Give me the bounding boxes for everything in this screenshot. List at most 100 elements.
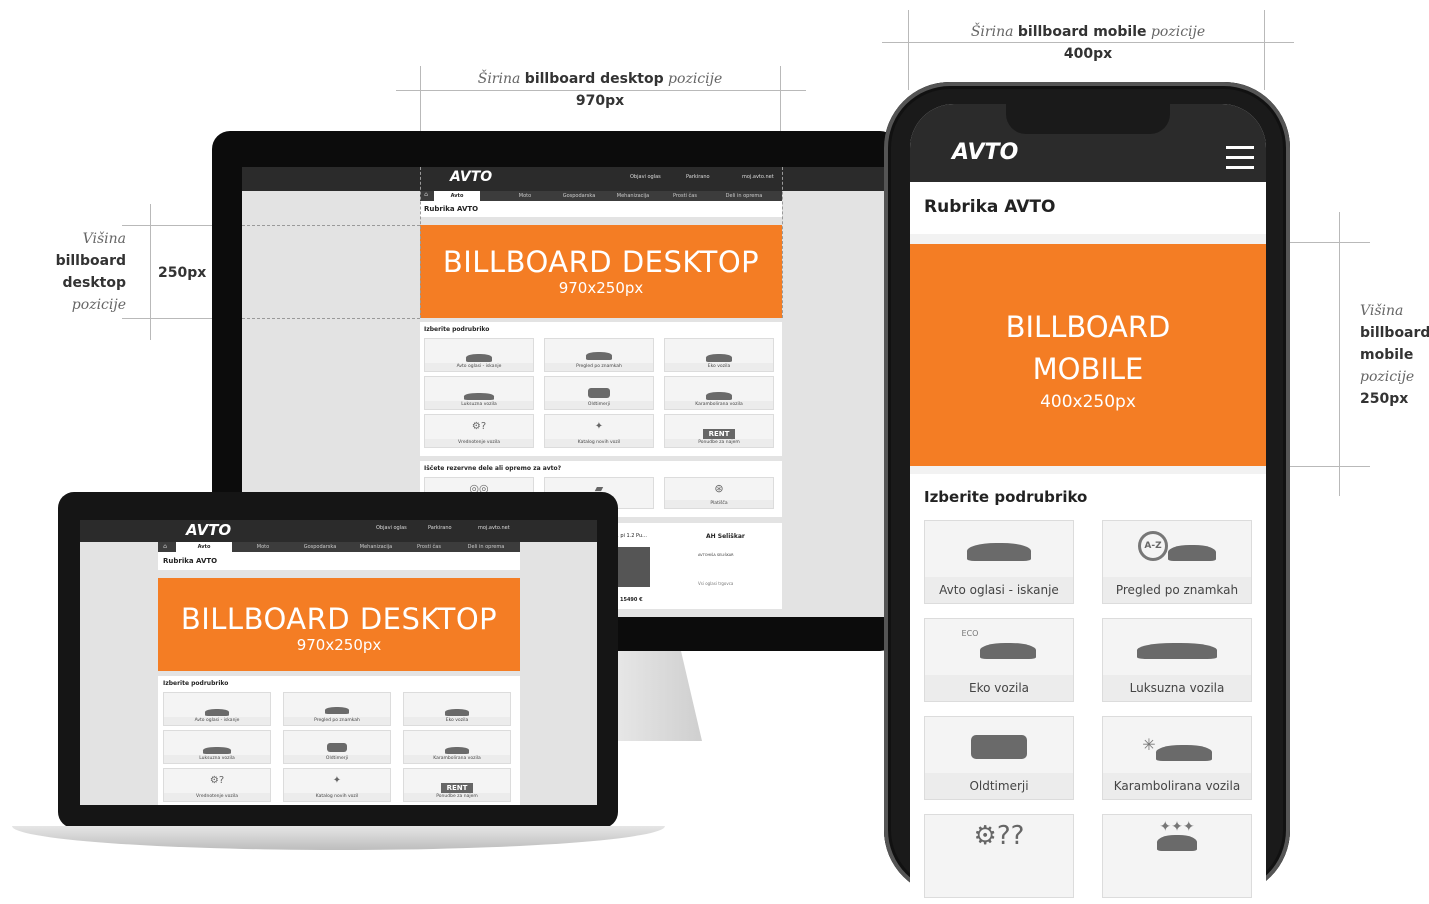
crashed-car-icon: ✳	[1103, 735, 1251, 765]
mb-link-parkirano[interactable]: Parkirano	[428, 525, 452, 531]
imac-tile-katalog[interactable]: ✦ Katalog novih vozil	[544, 414, 654, 448]
imac-parts-tile-3[interactable]: ⊛ Platišča	[664, 477, 774, 509]
imac-ad-title[interactable]: ... pi 1.2 Pu...	[614, 533, 647, 539]
ph-subcat-panel: Izberite podrubriko Avto oglasi - iskanj…	[910, 474, 1266, 904]
ph-subcat-title: Izberite podrubriko	[924, 488, 1088, 506]
new-car-icon: ✦	[594, 421, 604, 432]
ph-tile-oglasi[interactable]: Avto oglasi - iskanje	[924, 520, 1074, 604]
valuation-icon: ⚙?	[209, 775, 225, 786]
mb-tile-oglasi[interactable]: Avto oglasi - iskanje	[163, 692, 271, 726]
hamburger-menu-icon[interactable]	[1226, 146, 1254, 170]
tile-label: Avto oglasi - iskanje	[164, 717, 270, 725]
ph-tile-katalog[interactable]: ✦✦✦	[1102, 814, 1252, 898]
imac-tile-oglasi[interactable]: Avto oglasi - iskanje	[424, 338, 534, 372]
mb-link-moj[interactable]: moj.avto.net	[478, 525, 510, 531]
ph-billboard[interactable]: BILLBOARD MOBILE 400x250px	[910, 244, 1266, 466]
mb-tile-luksuzna[interactable]: Luksuzna vozila	[163, 730, 271, 764]
mb-tile-vrednotenje[interactable]: ⚙? Vrednotenje vozila	[163, 768, 271, 802]
imac-ad-photo[interactable]	[614, 547, 650, 587]
ph-tile-vrednotenje[interactable]: ⚙??	[924, 814, 1074, 898]
imac-tile-najem[interactable]: RENT Ponudbe za najem	[664, 414, 774, 448]
imac-tile-znamke[interactable]: Pregled po znamkah	[544, 338, 654, 372]
tile-label: Katalog novih vozil	[545, 439, 653, 447]
ph-tile-karambol[interactable]: ✳ Karambolirana vozila	[1102, 716, 1252, 800]
imac-tab-gosp[interactable]: Gospodarska	[554, 191, 604, 201]
imac-home-icon[interactable]: ⌂	[420, 191, 432, 201]
mb-tile-znamke[interactable]: Pregled po znamkah	[283, 692, 391, 726]
imac-dealer-name[interactable]: AH Seliškar	[706, 533, 745, 540]
imac-dealer-link[interactable]: Vsi oglasi trgovca	[698, 581, 733, 586]
imac-parts-title: Iščete rezervne dele ali opremo za avto?	[424, 465, 562, 472]
tile-label: Ponudbe za najem	[404, 793, 510, 801]
tile-label: Karambolirana vozila	[404, 755, 510, 763]
ph-section-title: Rubrika AVTO	[924, 197, 1056, 217]
imac-tile-oldtimer[interactable]: Oldtimerji	[544, 376, 654, 410]
mobile-width-left-tick	[908, 10, 909, 90]
tile-label: Luksuzna vozila	[425, 401, 533, 409]
mb-tab-moto[interactable]: Moto	[238, 542, 288, 552]
imac-tab-moto[interactable]: Moto	[502, 191, 548, 201]
mb-tile-katalog[interactable]: ✦ Katalog novih vozil	[283, 768, 391, 802]
mb-tile-najem[interactable]: RENT Ponudbe za najem	[403, 768, 511, 802]
ph-billboard-line2: MOBILE	[1032, 352, 1144, 386]
mb-tab-gosp[interactable]: Gospodarska	[292, 542, 348, 552]
imac-tab-deli[interactable]: Deli in oprema	[714, 191, 774, 201]
imac-subcat-title: Izberite podrubriko	[424, 326, 490, 333]
imac-tile-vrednotenje[interactable]: ⚙? Vrednotenje vozila	[424, 414, 534, 448]
desktop-width-label: Širina billboard desktop pozicije 970px	[477, 71, 723, 109]
mb-subcat-title: Izberite podrubriko	[163, 680, 229, 687]
brand-car-icon	[545, 345, 653, 364]
imac-link-objavi[interactable]: Objavi oglas	[630, 174, 661, 180]
ph-logo[interactable]: AVTO	[952, 140, 1018, 165]
imac-link-parkirano[interactable]: Parkirano	[686, 174, 710, 180]
tile-label: Pregled po znamkah	[1103, 577, 1251, 603]
imac-link-moj[interactable]: moj.avto.net	[742, 174, 774, 180]
tile-label: Eko vozila	[665, 363, 773, 371]
car-icon	[925, 543, 1073, 565]
mb-tab-prosti[interactable]: Prosti čas	[404, 542, 454, 552]
tile-label: Ponudbe za najem	[665, 439, 773, 447]
mb-tab-meh[interactable]: Mehanizacija	[348, 542, 404, 552]
tile-label: Oldtimerji	[545, 401, 653, 409]
imac-tile-eko[interactable]: Eko vozila	[664, 338, 774, 372]
mb-billboard-title: BILLBOARD DESKTOP	[180, 602, 498, 636]
ph-tile-oldtimer[interactable]: Oldtimerji	[924, 716, 1074, 800]
imac-tab-prosti[interactable]: Prosti čas	[660, 191, 710, 201]
imac-tab-avto[interactable]: Avto	[434, 191, 480, 201]
mb-billboard[interactable]: BILLBOARD DESKTOP 970x250px	[158, 578, 520, 671]
imac-guide-bottom	[242, 318, 420, 319]
tile-label: Pregled po znamkah	[545, 363, 653, 371]
imac-billboard-size: 970x250px	[558, 279, 644, 297]
imac-nav: ⌂ Avto Moto Gospodarska Mehanizacija Pro…	[420, 191, 782, 201]
mb-link-objavi[interactable]: Objavi oglas	[376, 525, 407, 531]
imac-tile-karambol[interactable]: Karambolirana vozila	[664, 376, 774, 410]
mb-tab-avto[interactable]: Avto	[176, 542, 232, 552]
imac-tile-luksuzna[interactable]: Luksuzna vozila	[424, 376, 534, 410]
mb-logo[interactable]: AVTO	[186, 521, 231, 539]
ph-tile-eko[interactable]: ECO Eko vozila	[924, 618, 1074, 702]
mb-tile-eko[interactable]: Eko vozila	[403, 692, 511, 726]
mb-tile-karambol[interactable]: Karambolirana vozila	[403, 730, 511, 764]
valuation-icon: ⚙?	[471, 421, 487, 432]
ph-tile-znamke[interactable]: A-Z Pregled po znamkah	[1102, 520, 1252, 604]
imac-billboard[interactable]: BILLBOARD DESKTOP 970x250px	[420, 225, 782, 318]
imac-logo[interactable]: AVTO	[450, 169, 492, 185]
mb-home-icon[interactable]: ⌂	[158, 542, 172, 552]
oldtimer-icon	[284, 737, 390, 756]
iphone-frame: AVTO Rubrika AVTO BILLBOARD MOBILE 400x2…	[884, 82, 1290, 904]
ph-tile-luksuzna[interactable]: Luksuzna vozila	[1102, 618, 1252, 702]
tile-label: Platišča	[665, 500, 773, 508]
tile-label: Avto oglasi - iskanje	[925, 577, 1073, 603]
brand-car-icon	[284, 699, 390, 718]
mb-tab-deli[interactable]: Deli in oprema	[454, 542, 518, 552]
imac-tab-meh[interactable]: Mehanizacija	[608, 191, 658, 201]
mb-tile-oldtimer[interactable]: Oldtimerji	[283, 730, 391, 764]
rim-icon: ⊛	[714, 482, 724, 495]
mb-section-title: Rubrika AVTO	[163, 557, 218, 565]
imac-ad-price: 15490 €	[620, 597, 643, 603]
mb-nav: ⌂ Avto Moto Gospodarska Mehanizacija Pro…	[158, 542, 520, 552]
ph-billboard-line1: BILLBOARD	[1005, 310, 1171, 344]
imac-dealer-sub: AVTOHIŠA SELIŠKAR	[698, 553, 734, 557]
tile-label: Karambolirana vozila	[665, 401, 773, 409]
imac-subcat-panel: Izberite podrubriko Avto oglasi - iskanj…	[420, 322, 782, 456]
